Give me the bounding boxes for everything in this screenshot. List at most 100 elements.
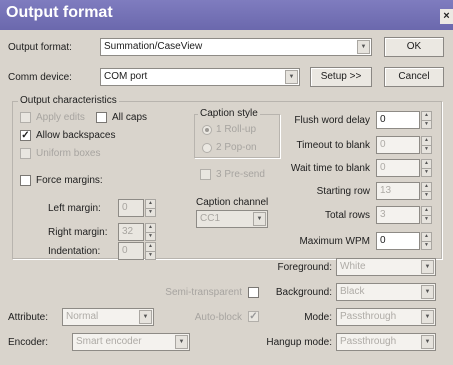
all-caps-checkbox[interactable]: [96, 112, 107, 123]
maximum-wpm-spinner[interactable]: ▲ ▼: [421, 232, 432, 250]
arrow-down-icon[interactable]: ▼: [146, 232, 155, 240]
output-format-select[interactable]: Summation/CaseView ▼: [100, 38, 372, 56]
uniform-boxes-label: Uniform boxes: [36, 148, 101, 159]
chevron-down-icon[interactable]: ▼: [139, 310, 152, 324]
right-margin-label: Right margin:: [48, 227, 108, 238]
background-value: Black: [340, 286, 365, 297]
indentation-field[interactable]: 0: [118, 242, 144, 260]
right-margin-field[interactable]: 32: [118, 223, 144, 241]
window-title: Output format: [6, 4, 113, 21]
arrow-down-icon[interactable]: ▼: [146, 208, 155, 216]
mode-select[interactable]: Passthrough ▼: [336, 308, 436, 326]
chevron-down-icon[interactable]: ▼: [357, 40, 370, 54]
output-format-value: Summation/CaseView: [104, 41, 203, 52]
comm-device-select[interactable]: COM port ▼: [100, 68, 300, 86]
force-margins-label: Force margins:: [36, 175, 103, 186]
attribute-value: Normal: [66, 311, 99, 322]
close-button[interactable]: ×: [440, 9, 453, 24]
foreground-select[interactable]: White ▼: [336, 258, 436, 276]
uniform-boxes-checkbox[interactable]: [20, 148, 31, 159]
mode-label: Mode:: [304, 312, 332, 323]
auto-block-checkbox[interactable]: ✓: [248, 311, 259, 322]
auto-block-label: Auto-block: [194, 312, 242, 323]
wait-time-to-blank-spinner[interactable]: ▲ ▼: [421, 159, 432, 177]
pre-send-checkbox[interactable]: [200, 169, 211, 180]
total-rows-spinner[interactable]: ▲ ▼: [421, 206, 432, 224]
background-select[interactable]: Black ▼: [336, 283, 436, 301]
arrow-down-icon[interactable]: ▼: [422, 168, 431, 176]
title-bar: Output format ×: [0, 0, 453, 30]
output-characteristics-label: Output characteristics: [18, 95, 119, 107]
arrow-down-icon[interactable]: ▼: [422, 241, 431, 249]
hangup-mode-select[interactable]: Passthrough ▼: [336, 333, 436, 351]
all-caps-label: All caps: [112, 112, 148, 123]
attribute-label: Attribute:: [8, 312, 49, 323]
cancel-button[interactable]: Cancel: [384, 67, 444, 87]
flush-word-delay-spinner[interactable]: ▲ ▼: [421, 111, 432, 129]
starting-row-label: Starting row: [316, 186, 370, 197]
chevron-down-icon[interactable]: ▼: [421, 260, 434, 274]
wait-time-to-blank-label: Wait time to blank: [290, 163, 370, 174]
semi-transparent-label: Semi-transparent: [165, 287, 242, 298]
semi-transparent-checkbox[interactable]: [248, 287, 259, 298]
roll-up-label: 1 Roll-up: [216, 124, 257, 135]
attribute-select[interactable]: Normal ▼: [62, 308, 154, 326]
indentation-spinner[interactable]: ▲ ▼: [145, 242, 156, 260]
force-margins-checkbox[interactable]: [20, 175, 31, 186]
maximum-wpm-label: Maximum WPM: [299, 236, 370, 247]
arrow-up-icon[interactable]: ▲: [422, 183, 431, 191]
arrow-up-icon[interactable]: ▲: [146, 243, 155, 251]
timeout-to-blank-field[interactable]: 0: [376, 136, 420, 154]
arrow-down-icon[interactable]: ▼: [422, 215, 431, 223]
total-rows-label: Total rows: [324, 210, 370, 221]
arrow-down-icon[interactable]: ▼: [422, 191, 431, 199]
allow-backspaces-checkbox[interactable]: ✓: [20, 130, 31, 141]
flush-word-delay-label: Flush word delay: [294, 115, 370, 126]
encoder-select[interactable]: Smart encoder ▼: [72, 333, 190, 351]
arrow-up-icon[interactable]: ▲: [422, 137, 431, 145]
arrow-up-icon[interactable]: ▲: [422, 233, 431, 241]
chevron-down-icon[interactable]: ▼: [421, 310, 434, 324]
arrow-up-icon[interactable]: ▲: [146, 200, 155, 208]
arrow-down-icon[interactable]: ▼: [422, 145, 431, 153]
right-margin-spinner[interactable]: ▲ ▼: [145, 223, 156, 241]
output-format-label: Output format:: [8, 42, 72, 53]
pop-on-label: 2 Pop-on: [216, 142, 257, 153]
arrow-up-icon[interactable]: ▲: [422, 160, 431, 168]
foreground-value: White: [340, 261, 366, 272]
chevron-down-icon[interactable]: ▼: [421, 335, 434, 349]
flush-word-delay-field[interactable]: 0: [376, 111, 420, 129]
timeout-to-blank-label: Timeout to blank: [296, 140, 370, 151]
arrow-up-icon[interactable]: ▲: [422, 112, 431, 120]
arrow-up-icon[interactable]: ▲: [422, 207, 431, 215]
indentation-label: Indentation:: [48, 246, 101, 257]
roll-up-radio[interactable]: [202, 125, 212, 135]
chevron-down-icon[interactable]: ▼: [421, 285, 434, 299]
left-margin-spinner[interactable]: ▲ ▼: [145, 199, 156, 217]
chevron-down-icon[interactable]: ▼: [285, 70, 298, 84]
pop-on-radio[interactable]: [202, 143, 212, 153]
total-rows-field[interactable]: 3: [376, 206, 420, 224]
apply-edits-checkbox[interactable]: [20, 112, 31, 123]
chevron-down-icon[interactable]: ▼: [175, 335, 188, 349]
starting-row-field[interactable]: 13: [376, 182, 420, 200]
setup-button[interactable]: Setup >>: [310, 67, 372, 87]
arrow-down-icon[interactable]: ▼: [146, 251, 155, 259]
chevron-down-icon[interactable]: ▼: [253, 212, 266, 226]
ok-button[interactable]: OK: [384, 37, 444, 57]
caption-channel-select[interactable]: CC1 ▼: [196, 210, 268, 228]
maximum-wpm-field[interactable]: 0: [376, 232, 420, 250]
comm-device-value: COM port: [104, 71, 148, 82]
comm-device-label: Comm device:: [8, 72, 72, 83]
arrow-up-icon[interactable]: ▲: [146, 224, 155, 232]
timeout-to-blank-spinner[interactable]: ▲ ▼: [421, 136, 432, 154]
arrow-down-icon[interactable]: ▼: [422, 120, 431, 128]
pre-send-label: 3 Pre-send: [216, 169, 265, 180]
hangup-mode-value: Passthrough: [340, 336, 397, 347]
left-margin-field[interactable]: 0: [118, 199, 144, 217]
caption-channel-value: CC1: [200, 213, 221, 224]
foreground-label: Foreground:: [277, 262, 332, 273]
wait-time-to-blank-field[interactable]: 0: [376, 159, 420, 177]
starting-row-spinner[interactable]: ▲ ▼: [421, 182, 432, 200]
encoder-label: Encoder:: [8, 337, 49, 348]
